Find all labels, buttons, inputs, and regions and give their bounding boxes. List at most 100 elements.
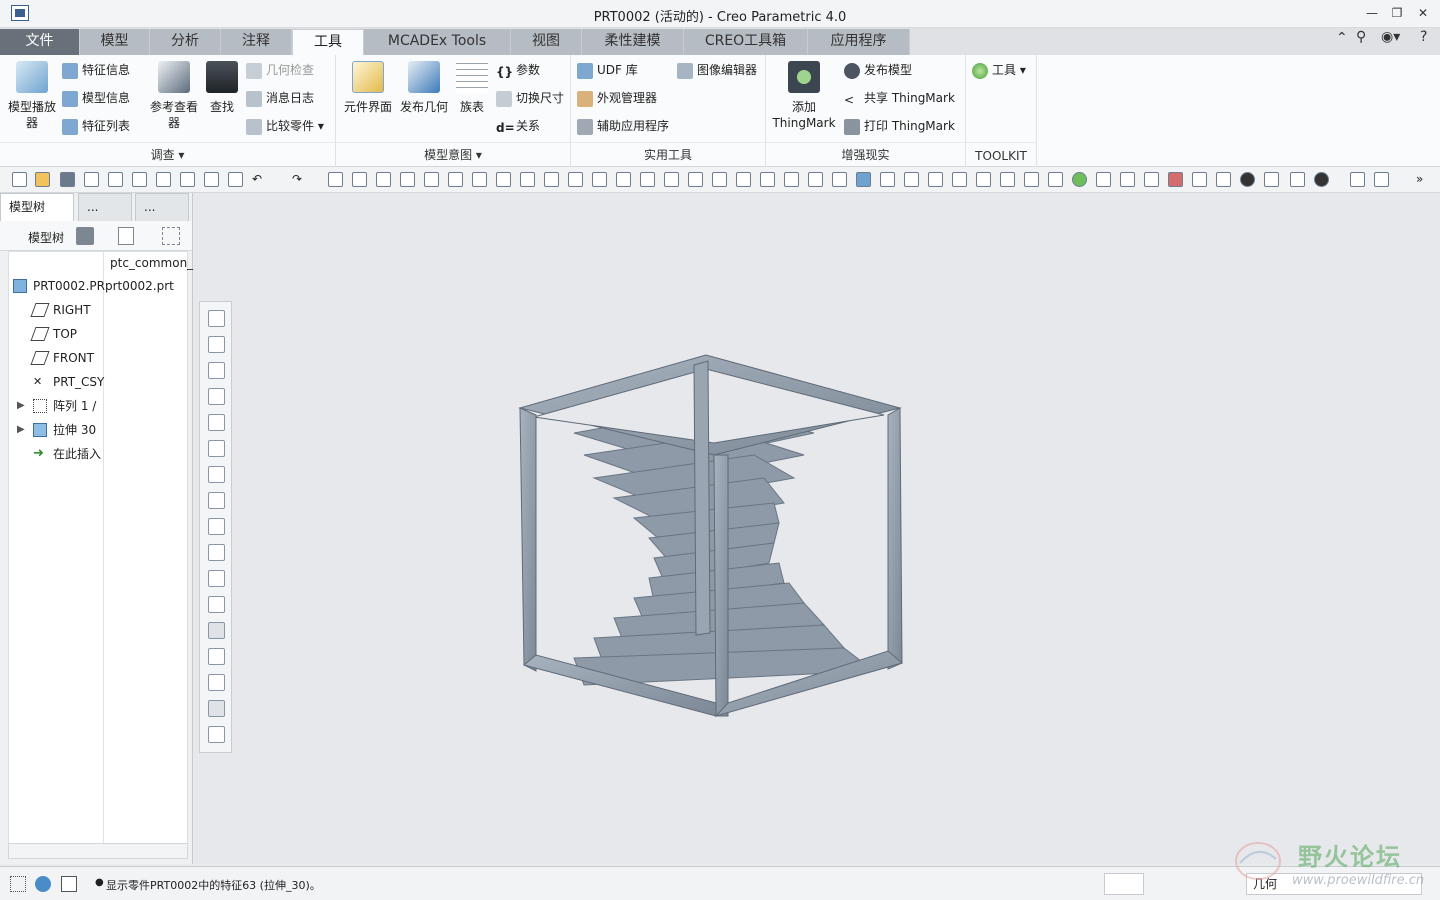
zoom-out-icon[interactable]	[208, 362, 225, 379]
tree-item-insert-here[interactable]: ➜ 在此插入	[9, 442, 187, 466]
settings-icon[interactable]	[76, 227, 94, 245]
toolbar-tool-30-icon[interactable]	[1024, 172, 1039, 187]
browser-toggle-icon[interactable]	[35, 876, 51, 892]
tab-mcadex-tools[interactable]: MCADEx Tools	[364, 29, 511, 55]
tree-item-top[interactable]: TOP	[9, 322, 187, 346]
feature-list-button[interactable]: 特征列表	[62, 117, 130, 135]
parameters-button[interactable]: {} 参数	[496, 61, 540, 79]
toolbar-tool-41-icon[interactable]	[1290, 172, 1305, 187]
component-interface-button[interactable]: 元件界面	[340, 61, 396, 115]
help-menu-icon[interactable]: ?	[1420, 29, 1427, 45]
relations-button[interactable]: d=关系	[496, 117, 540, 135]
compare-part-button[interactable]: 比较零件 ▾	[246, 117, 324, 135]
toolbar-tool-21-icon[interactable]	[808, 172, 823, 187]
save-icon[interactable]	[60, 172, 75, 187]
image-editor-button[interactable]: 图像编辑器	[677, 61, 757, 79]
geometry-check-button[interactable]: 几何检查	[246, 61, 314, 79]
toolbar-tool-23-icon[interactable]	[856, 172, 871, 187]
repaint-icon[interactable]	[208, 388, 225, 405]
publish-geometry-button[interactable]: 发布几何	[396, 61, 452, 115]
group-label-model-intent[interactable]: 模型意图 ▾	[336, 146, 570, 163]
toolbar-tool-2-icon[interactable]	[352, 172, 367, 187]
redo-icon[interactable]: ↷	[292, 172, 307, 187]
tab-tools[interactable]: 工具	[292, 29, 364, 55]
toolbar-tool-15-icon[interactable]	[664, 172, 679, 187]
search-icon[interactable]: ⚲	[1356, 29, 1366, 45]
collapse-ribbon-icon[interactable]: ⌃	[1336, 30, 1348, 46]
column-header[interactable]: ptc_common_	[110, 256, 193, 270]
family-table-button[interactable]: 族表	[452, 61, 492, 115]
plane-display-icon[interactable]	[208, 596, 225, 613]
group-label-investigate[interactable]: 调查 ▾	[0, 146, 335, 163]
tools-dropdown-button[interactable]: 工具 ▾	[972, 61, 1026, 79]
toolbar-tool-9-icon[interactable]	[520, 172, 535, 187]
model-player-button[interactable]: 模型播放 器	[4, 61, 60, 131]
toolbar-tool-31-icon[interactable]	[1048, 172, 1063, 187]
tree-item-pattern[interactable]: ▶ 阵列 1 /	[9, 394, 187, 418]
annotation-display-icon[interactable]	[208, 544, 225, 561]
toolbar-overflow-icon[interactable]: »	[1416, 172, 1431, 187]
tab-flexible-modeling[interactable]: 柔性建模	[582, 29, 684, 55]
tab-favorites[interactable]: ...	[135, 193, 189, 221]
toolbar-tool-12-icon[interactable]	[592, 172, 607, 187]
toolbar-tool-20-icon[interactable]	[784, 172, 799, 187]
toolbar-tool-27-icon[interactable]	[952, 172, 967, 187]
close-icon[interactable]: ✕	[1412, 4, 1434, 22]
close-window-icon[interactable]	[156, 172, 171, 187]
toolbar-tool-10-icon[interactable]	[544, 172, 559, 187]
appearance-manager-button[interactable]: 外观管理器	[577, 89, 657, 107]
display-style-icon[interactable]	[208, 414, 225, 431]
spin-center-icon[interactable]	[208, 518, 225, 535]
toolbar-tool-36-icon[interactable]	[1168, 172, 1183, 187]
toolbar-tool-17-icon[interactable]	[712, 172, 727, 187]
print-icon[interactable]	[84, 172, 99, 187]
tree-item-extrude[interactable]: ▶ 拉伸 30	[9, 418, 187, 442]
minimize-icon[interactable]: —	[1361, 4, 1383, 22]
zoom-window-icon[interactable]	[204, 172, 219, 187]
expand-arrow-icon[interactable]: ▶	[17, 394, 25, 418]
navigator-toggle-icon[interactable]	[10, 876, 26, 892]
tree-horizontal-scrollbar[interactable]	[8, 843, 188, 859]
share-thingmark-button[interactable]: < 共享 ThingMark	[844, 89, 955, 107]
toolbar-tool-43-icon[interactable]	[1350, 172, 1365, 187]
restore-icon[interactable]: ❐	[1386, 4, 1408, 22]
axis-display-icon[interactable]	[208, 622, 225, 639]
toolbar-tool-26-icon[interactable]	[928, 172, 943, 187]
tab-folder-browser[interactable]: ...	[78, 193, 132, 221]
model-info-button[interactable]: 模型信息	[62, 89, 130, 107]
regenerate-icon[interactable]	[108, 172, 123, 187]
message-log-button[interactable]: 消息日志	[246, 89, 314, 107]
perspective-view-icon[interactable]	[208, 492, 225, 509]
toolbar-tool-34-icon[interactable]	[1120, 172, 1135, 187]
tab-annotate[interactable]: 注释	[221, 29, 292, 55]
window-icon[interactable]	[132, 172, 147, 187]
udf-library-button[interactable]: UDF 库	[577, 61, 638, 79]
feature-info-button[interactable]: 特征信息	[62, 61, 130, 79]
toolbar-tool-39-icon[interactable]	[1240, 172, 1255, 187]
toolbar-tool-8-icon[interactable]	[496, 172, 511, 187]
publish-model-button[interactable]: 发布模型	[844, 61, 912, 79]
toolbar-tool-18-icon[interactable]	[736, 172, 751, 187]
help-icon[interactable]: ◉▾	[1381, 29, 1400, 45]
tree-item-front[interactable]: FRONT	[9, 346, 187, 370]
auxiliary-apps-button[interactable]: 辅助应用程序	[577, 117, 669, 135]
toolbar-tool-16-icon[interactable]	[688, 172, 703, 187]
toolbar-tool-7-icon[interactable]	[472, 172, 487, 187]
toolbar-tool-11-icon[interactable]	[568, 172, 583, 187]
zoom-in-icon[interactable]	[208, 336, 225, 353]
toolbar-tool-32-icon[interactable]	[1072, 172, 1087, 187]
refit-icon[interactable]	[208, 310, 225, 327]
toolbar-tool-38-icon[interactable]	[1216, 172, 1231, 187]
selection-filter-button[interactable]	[1104, 873, 1144, 895]
toolbar-tool-44-icon[interactable]	[1374, 172, 1389, 187]
toolbar-tool-1-icon[interactable]	[328, 172, 343, 187]
switch-dimensions-button[interactable]: 切换尺寸	[496, 89, 564, 107]
toolbar-tool-40-icon[interactable]	[1264, 172, 1279, 187]
toolbar-tool-42-icon[interactable]	[1314, 172, 1329, 187]
tab-creo-toolbox[interactable]: CREO工具箱	[684, 29, 808, 55]
toolbar-tool-28-icon[interactable]	[976, 172, 991, 187]
saved-orientations-icon[interactable]	[208, 440, 225, 457]
toolbar-tool-35-icon[interactable]	[1144, 172, 1159, 187]
toolbar-tool-3-icon[interactable]	[376, 172, 391, 187]
section-display-icon[interactable]	[208, 700, 225, 717]
